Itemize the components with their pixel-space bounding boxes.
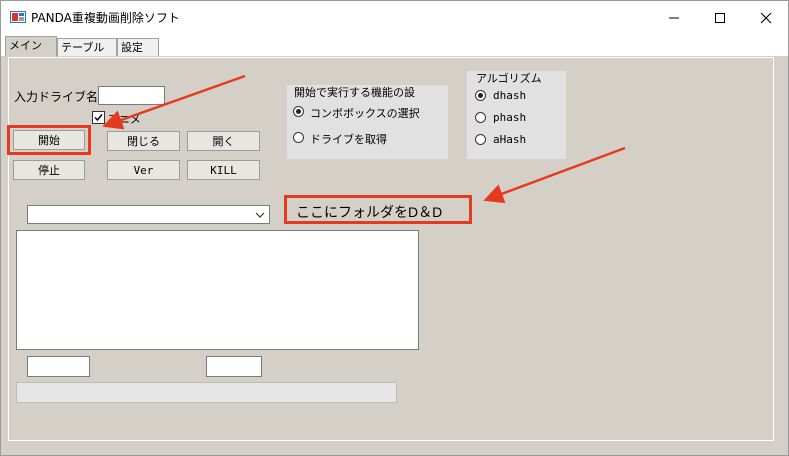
title-bar[interactable]: PANDA重複動画削除ソフト <box>1 1 788 34</box>
radio-dhash[interactable] <box>475 90 486 101</box>
algorithm-group-title: アルゴリズム <box>476 72 542 85</box>
close-button[interactable] <box>743 1 788 34</box>
progress-bar <box>16 382 397 403</box>
minimize-button[interactable] <box>651 1 697 34</box>
app-window: PANDA重複動画削除ソフト メイン テーブル 設定 入力ドライブ名: アニメ … <box>0 0 789 456</box>
radio-get-drive-label: ドライブを取得 <box>310 133 387 146</box>
anime-label: アニメ <box>108 113 141 126</box>
status-field-2[interactable] <box>206 356 262 377</box>
radio-ahash-label: aHash <box>493 133 527 146</box>
file-list-box[interactable] <box>16 230 419 350</box>
app-icon <box>10 11 26 23</box>
ver-button[interactable]: Ver <box>107 160 180 180</box>
radio-dhash-label: dhash <box>493 89 527 102</box>
close-icon <box>760 12 772 23</box>
radio-phash[interactable] <box>475 112 486 123</box>
function-group-title: 開始で実行する機能の設 <box>294 86 415 99</box>
open-button[interactable]: 開く <box>187 131 260 151</box>
close-action-button[interactable]: 閉じる <box>107 131 180 151</box>
check-icon <box>94 114 103 122</box>
start-highlight-box <box>7 125 91 155</box>
window-title: PANDA重複動画削除ソフト <box>31 11 180 25</box>
radio-phash-label: phash <box>493 111 527 124</box>
radio-combo-select[interactable] <box>293 106 304 117</box>
dd-hint-text: ここにフォルダをD＆D <box>296 204 443 220</box>
radio-ahash[interactable] <box>475 134 486 145</box>
tab-table[interactable]: テーブル <box>57 38 117 56</box>
tab-settings[interactable]: 設定 <box>117 38 159 56</box>
drive-input[interactable] <box>98 86 165 105</box>
dd-hint-box: ここにフォルダをD＆D <box>284 195 472 224</box>
chevron-down-icon[interactable] <box>255 212 265 218</box>
radio-get-drive[interactable] <box>293 132 304 143</box>
anime-checkbox[interactable] <box>92 111 105 124</box>
stop-button[interactable]: 停止 <box>13 160 85 180</box>
tab-main[interactable]: メイン <box>5 36 57 57</box>
minimize-icon <box>669 17 679 18</box>
radio-combo-select-label: コンボボックスの選択 <box>310 107 420 120</box>
drive-label: 入力ドライブ名: <box>14 90 103 104</box>
maximize-icon <box>715 12 725 23</box>
tab-bar: メイン テーブル 設定 <box>1 34 788 57</box>
kill-button[interactable]: KILL <box>187 160 260 180</box>
maximize-button[interactable] <box>697 1 743 34</box>
status-field-1[interactable] <box>27 356 90 377</box>
folder-combobox[interactable] <box>27 205 270 224</box>
